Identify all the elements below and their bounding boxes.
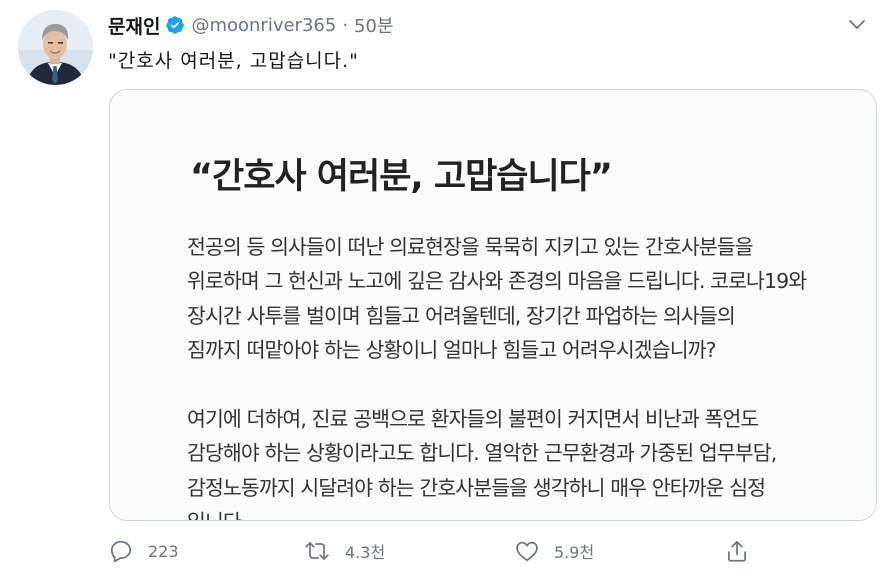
tweet-header: 문재인 @moonriver365 · 50분 [108, 12, 394, 38]
verified-badge-icon [165, 15, 185, 35]
card-line: 여기에 더하여, 진료 공백으로 환자들의 불편이 커지면서 비난과 폭언도 [187, 407, 759, 432]
author-display-name[interactable]: 문재인 [108, 12, 160, 39]
card-line: 전공의 등 의사들이 떠난 의료현장을 묵묵히 지키고 있는 간호사분들을 [187, 235, 754, 259]
card-line: 짐까지 떠맡아야 하는 상황이니 얼마나 힘들고 어려우시겠습니까? [187, 338, 717, 363]
share-icon [728, 540, 746, 562]
card-line: 감정노동까지 시달려야 하는 간호사분들을 생각하니 매우 안타까운 심정 [187, 475, 766, 500]
separator-dot: · [342, 14, 349, 36]
tweet-actions: 223 4.3천 5.9천 [108, 536, 758, 566]
share-button[interactable] [724, 536, 750, 566]
card-line: 장시간 사투를 벌이며 힘들고 어려울텐데, 장기간 파업하는 의사들의 [187, 303, 736, 328]
tweet-text: "간호사 여러분, 고맙습니다." [108, 50, 359, 72]
heart-icon [516, 541, 538, 562]
author-handle[interactable]: @moonriver365 [191, 15, 336, 36]
reply-count: 223 [148, 541, 179, 561]
retweet-icon [305, 542, 329, 560]
tweet: 문재인 @moonriver365 · 50분 "간호사 여러분, 고맙습니다.… [0, 0, 889, 577]
reply-icon [110, 540, 132, 563]
retweet-count: 4.3천 [345, 543, 386, 562]
image-card[interactable]: “간호사 여러분, 고맙습니다” 전공의 등 의사들이 떠난 의료현장을 묵묵히… [109, 89, 877, 521]
card-title: “간호사 여러분, 고맙습니다” [190, 157, 613, 197]
tweet-timestamp[interactable]: 50분 [354, 12, 393, 38]
card-body: 전공의 등 의사들이 떠난 의료현장을 묵묵히 지키고 있는 간호사분들을 위로… [187, 230, 827, 520]
chevron-down-icon[interactable] [847, 14, 867, 34]
reply-button[interactable]: 223 [108, 536, 179, 566]
profile-photo-avatar [18, 10, 93, 85]
card-line: 감당해야 하는 상황이라고도 합니다. 열악한 근무환경과 가중된 업무부담, [187, 441, 777, 466]
like-count: 5.9천 [554, 543, 595, 562]
card-line: 입니다. [187, 505, 827, 520]
retweet-button[interactable]: 4.3천 [303, 536, 385, 566]
like-button[interactable]: 5.9천 [514, 536, 594, 566]
card-line: 위로하며 그 헌신과 노고에 깊은 감사와 존경의 마음을 드립니다. 코로나1… [187, 269, 807, 294]
avatar[interactable] [18, 10, 93, 85]
